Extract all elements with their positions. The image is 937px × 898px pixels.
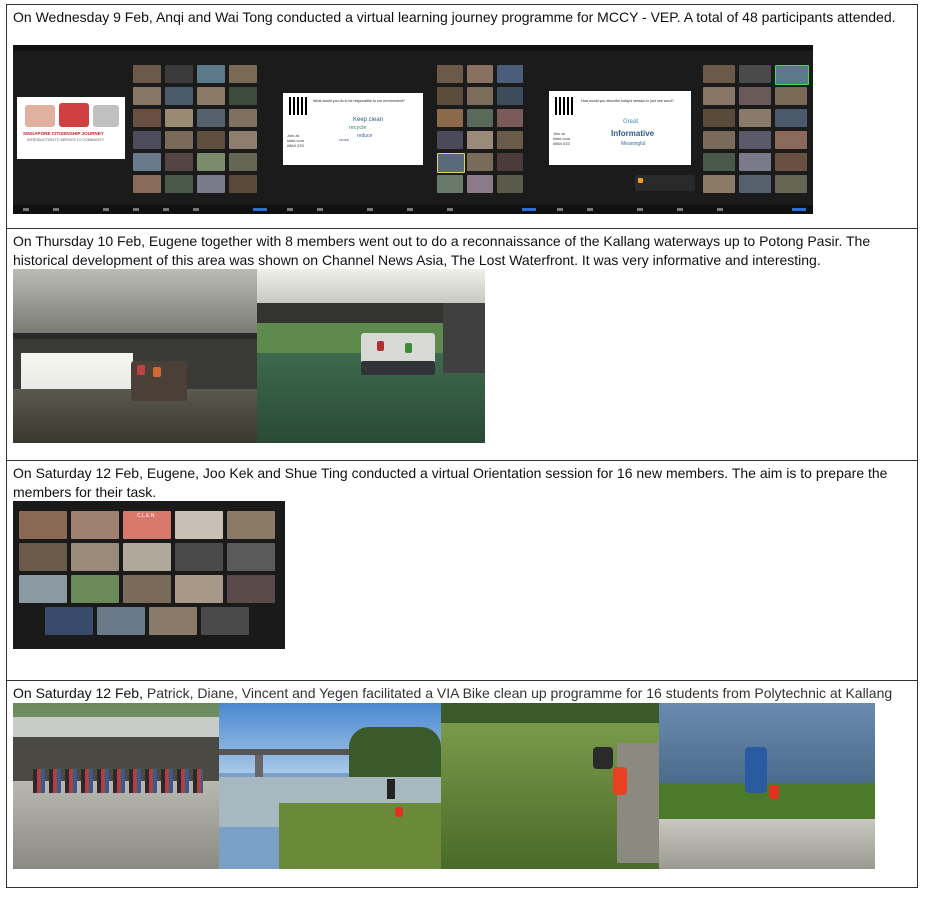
poll-word: recycle — [349, 125, 367, 131]
slide-title: SINGAPORE CITIZENSHIP JOURNEY — [23, 131, 104, 136]
entry-text: On Saturday 12 Feb, Eugene, Joo Kek and … — [13, 465, 888, 500]
slido-join: Join at slido.com #864 033 — [553, 131, 570, 146]
entry-body: Patrick, Diane, Vincent and Yegen facili… — [142, 685, 893, 701]
zoom-screenshot-2: Join at slido.com #864 033 What would yo… — [277, 45, 547, 214]
entry-text: On Saturday 12 Feb, Patrick, Diane, Vinc… — [7, 681, 917, 703]
slide-subtitle: INTRODUCTION TO SERVICE TO COMMUNITY — [27, 138, 105, 142]
entry-lead: On Saturday 12 Feb, — [13, 685, 143, 701]
poll-word: reduce — [357, 133, 373, 139]
activity-report: On Wednesday 9 Feb, Anqi and Wai Tong co… — [6, 4, 918, 888]
photo-under-bridge-1 — [13, 269, 257, 443]
photo-riverbank-2 — [659, 703, 875, 869]
poll-word: Great — [623, 119, 639, 125]
entry-text: On Wednesday 9 Feb, Anqi and Wai Tong co… — [13, 9, 896, 25]
entry-orientation: On Saturday 12 Feb, Eugene, Joo Kek and … — [7, 461, 917, 681]
photo-riverbank-1 — [219, 703, 441, 869]
zoom-screenshot-1: SINGAPORE CITIZENSHIP JOURNEY INTRODUCTI… — [13, 45, 277, 214]
poll-word: Meaningful — [621, 141, 646, 147]
entry-bike-cleanup: On Saturday 12 Feb, Patrick, Diane, Vinc… — [7, 681, 917, 887]
poll-word: reuse — [339, 137, 350, 142]
orientation-sign: C.L.E.N — [137, 513, 155, 519]
poll-question-1: What would you do to be responsible to o… — [313, 99, 405, 103]
poll-word: Keep clean — [353, 117, 384, 123]
photo-group-bikes — [13, 703, 219, 869]
poll-question-2: How would you describe today's session i… — [581, 99, 674, 103]
photo-under-bridge-2 — [257, 269, 485, 443]
photo-grass-slope — [441, 703, 659, 869]
entry-virtual-journey: On Wednesday 9 Feb, Anqi and Wai Tong co… — [7, 5, 917, 229]
zoom-screenshot-3: Join at slido.com #864 033 How would you… — [547, 45, 813, 214]
poll-word: Informative — [611, 129, 655, 138]
slido-join: Join at slido.com #864 033 — [287, 133, 304, 148]
slido-poll-1: Join at slido.com #864 033 What would yo… — [283, 93, 423, 165]
entry-kallang-recce: On Thursday 10 Feb, Eugene together with… — [7, 229, 917, 461]
zoom-orientation-screenshot: C.L.E.N — [13, 501, 285, 649]
slido-poll-2: Join at slido.com #864 033 How would you… — [549, 91, 691, 165]
entry-text: On Thursday 10 Feb, Eugene together with… — [13, 233, 871, 268]
